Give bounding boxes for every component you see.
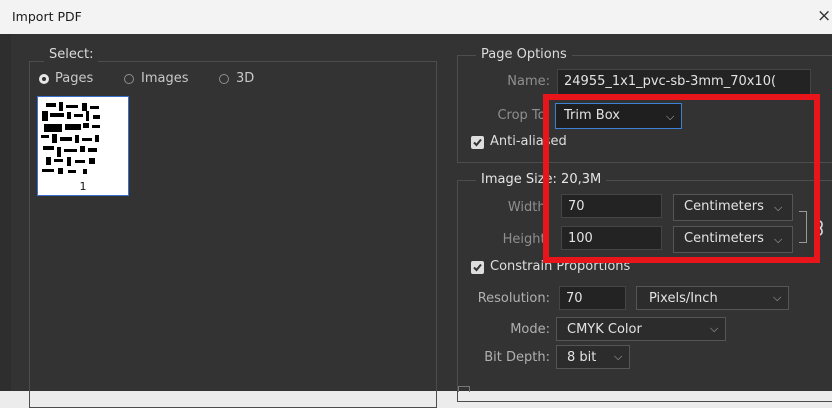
bit-depth-label: Bit Depth: bbox=[484, 350, 550, 365]
checkmark-icon bbox=[473, 138, 482, 147]
3d-label: 3D bbox=[236, 71, 255, 86]
anti-aliased-check[interactable] bbox=[471, 136, 484, 149]
name-label: Name: bbox=[507, 74, 550, 89]
resolution-unit-value: Pixels/Inch bbox=[649, 291, 718, 306]
bottom-checkbox-partial[interactable] bbox=[458, 386, 470, 392]
resolution-label: Resolution: bbox=[477, 291, 550, 306]
mode-label: Mode: bbox=[510, 322, 550, 337]
resolution-unit-select[interactable]: Pixels/Inch ⌵ bbox=[636, 286, 789, 310]
mode-select[interactable]: CMYK Color ⌵ bbox=[556, 317, 726, 341]
thumbnail-image bbox=[41, 102, 100, 174]
close-icon[interactable]: × bbox=[817, 6, 831, 26]
checkmark-icon bbox=[473, 263, 482, 272]
pages-radio[interactable] bbox=[39, 74, 49, 84]
left-edge bbox=[0, 34, 11, 391]
width-label: Width: bbox=[507, 200, 550, 215]
mode-value: CMYK Color bbox=[567, 322, 642, 337]
page-options-label: Page Options bbox=[476, 47, 572, 63]
window-title: Import PDF bbox=[12, 9, 82, 24]
bit-depth-value: 8 bit bbox=[567, 350, 597, 365]
3d-radio[interactable] bbox=[219, 74, 229, 84]
images-label: Images bbox=[141, 71, 189, 86]
select-label: Select: bbox=[44, 47, 99, 63]
images-radio[interactable] bbox=[124, 74, 134, 84]
chevron-down-icon: ⌵ bbox=[614, 350, 623, 363]
bit-depth-select[interactable]: 8 bit ⌵ bbox=[556, 345, 630, 369]
height-label: Height: bbox=[502, 232, 550, 247]
chevron-down-icon: ⌵ bbox=[710, 322, 719, 335]
page-thumbnail[interactable]: 1 bbox=[37, 96, 129, 196]
pages-label: Pages bbox=[55, 71, 94, 86]
constrain-check[interactable] bbox=[471, 261, 484, 274]
name-field[interactable]: 24955_1x1_pvc-sb-3mm_70x10( bbox=[557, 69, 811, 95]
highlight-annotation bbox=[543, 94, 820, 263]
resolution-field[interactable]: 70 bbox=[559, 286, 626, 310]
title-bar: Import PDF × bbox=[0, 0, 832, 34]
thumbnail-page-number: 1 bbox=[79, 180, 87, 193]
chevron-down-icon: ⌵ bbox=[773, 291, 782, 304]
crop-to-label: Crop To: bbox=[497, 108, 550, 123]
